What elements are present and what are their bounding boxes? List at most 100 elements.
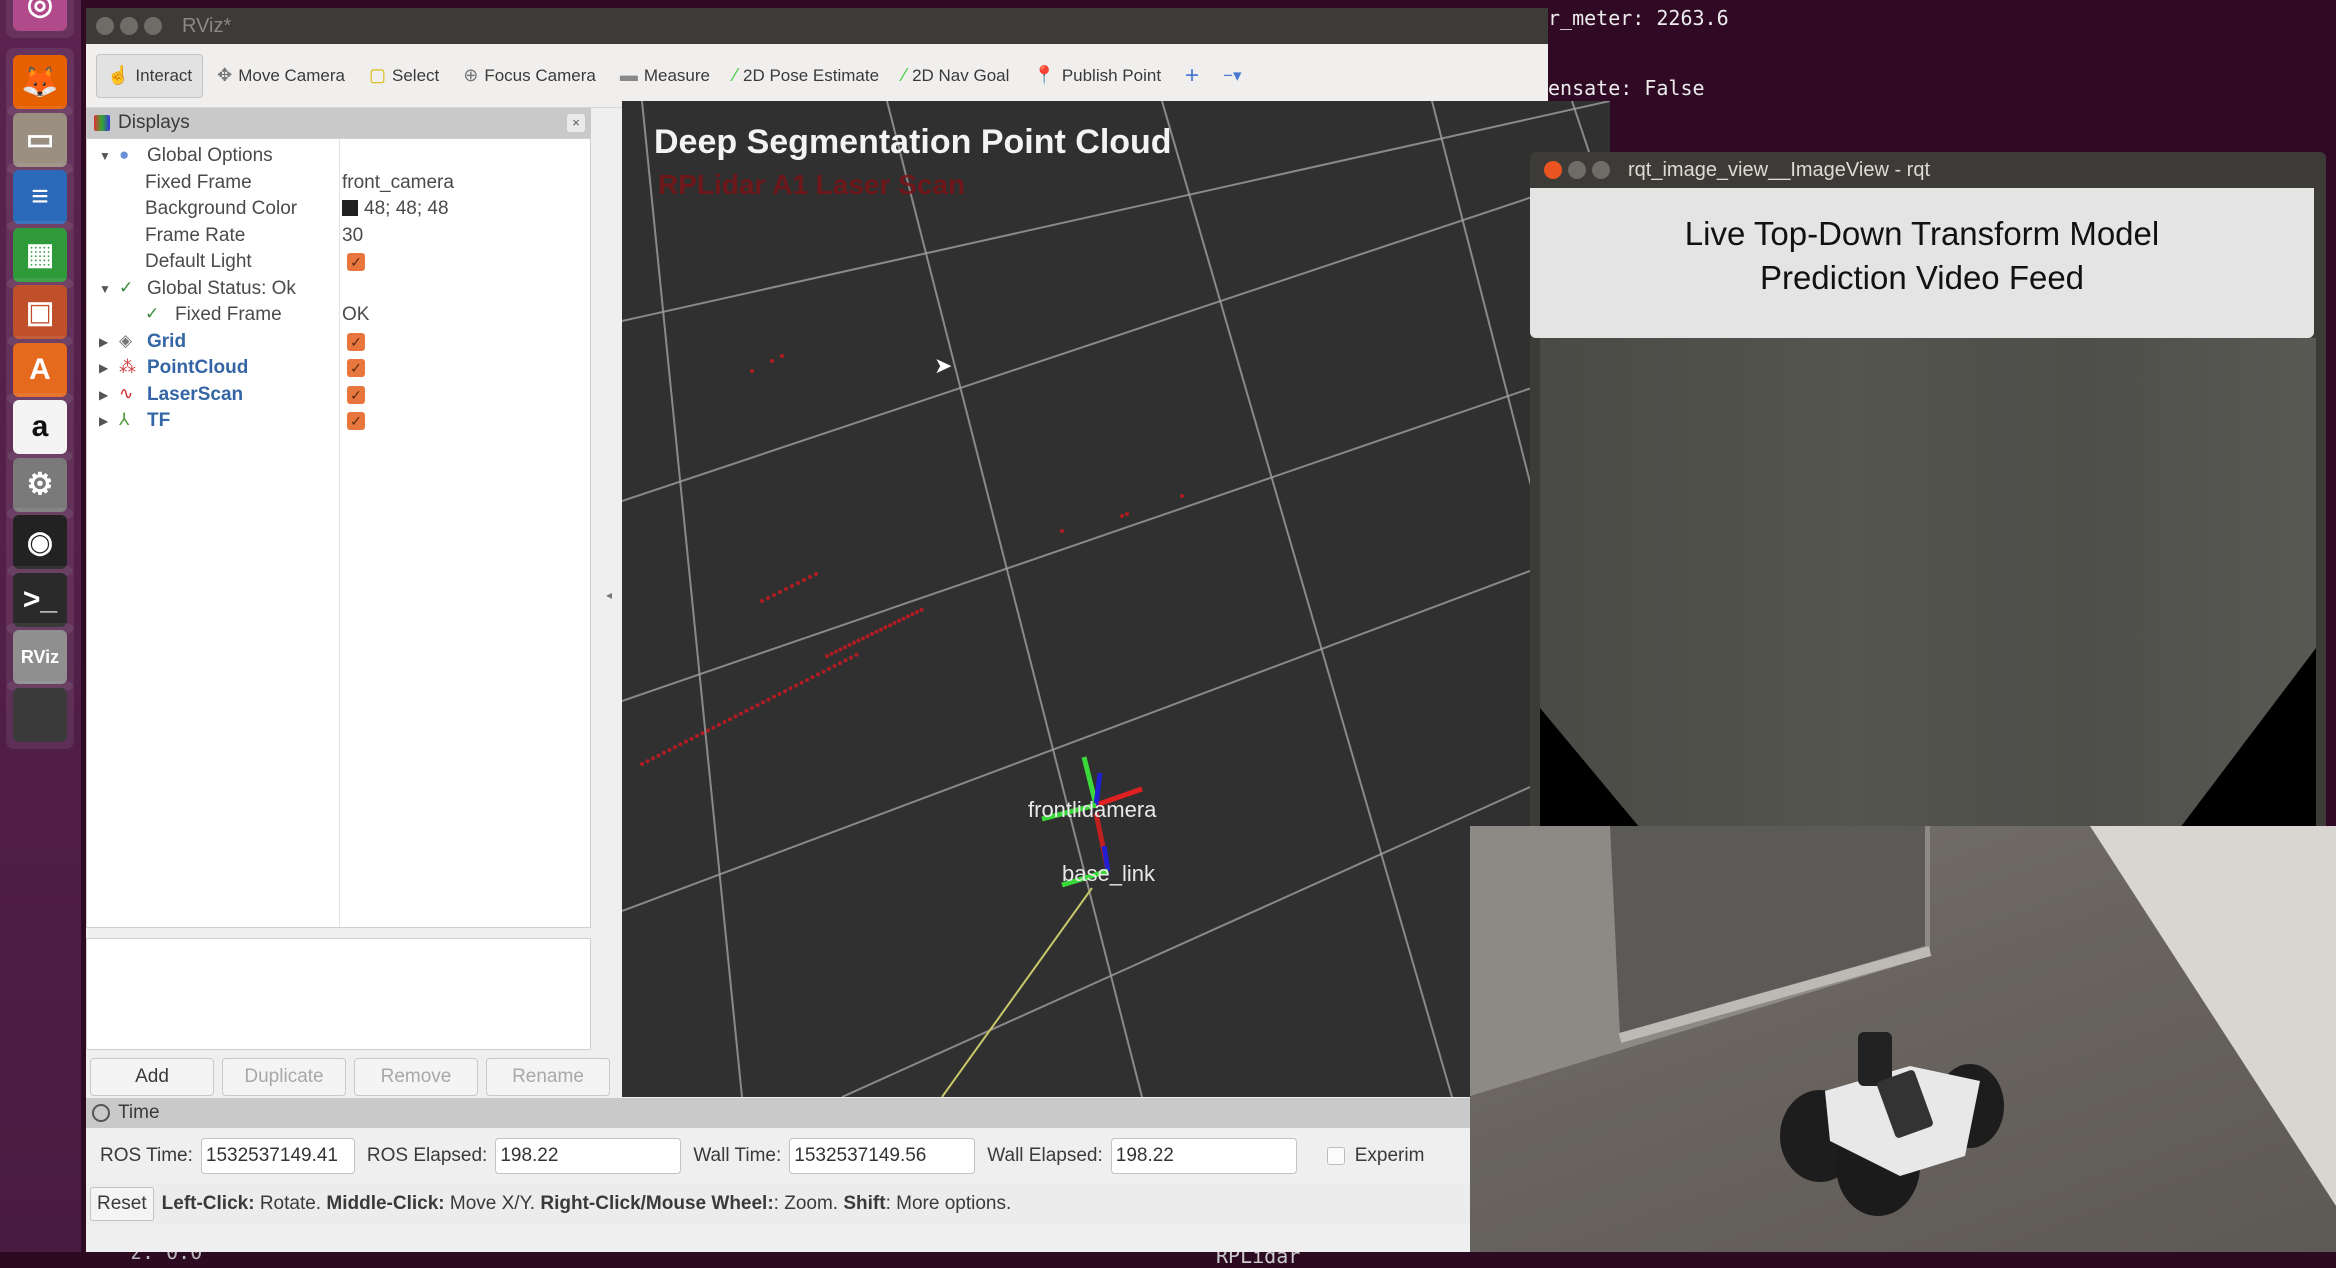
tool-2d-pose-estimate[interactable]: ⁄ 2D Pose Estimate	[724, 54, 889, 98]
launcher-item-window[interactable]	[6, 680, 74, 749]
tool-measure[interactable]: ▬ Measure	[610, 54, 720, 98]
tool-interact[interactable]: ☝ Interact	[96, 53, 204, 98]
laser-scan-point	[673, 745, 677, 750]
close-window-button[interactable]	[96, 17, 114, 35]
tf-icon: ⅄	[119, 410, 130, 429]
displays-title: Displays	[118, 112, 190, 133]
left-splitter-handle[interactable]: ◂	[606, 588, 612, 602]
laser-scan-point	[805, 678, 809, 682]
property-value[interactable]: front_camera	[342, 172, 454, 194]
rename-display-button[interactable]: Rename	[486, 1058, 610, 1096]
minimize-window-button[interactable]	[120, 17, 138, 35]
add-tool-button[interactable]: +	[1175, 54, 1209, 98]
tree-row-fixed-frame[interactable]: ✓ Fixed Frame OK	[87, 302, 590, 328]
laser-scan-point	[788, 686, 793, 691]
tool-select[interactable]: ▢ Select	[359, 54, 449, 98]
terminal-line: ensate: False	[1548, 76, 1705, 100]
hint-key: Shift	[843, 1193, 886, 1214]
rviz-titlebar[interactable]: RViz*	[86, 8, 1548, 44]
firefox-icon: 🦊	[13, 55, 67, 109]
interact-icon: ☝	[107, 65, 130, 85]
maximize-window-button[interactable]	[144, 17, 162, 35]
laser-scan-point	[722, 720, 727, 724]
tree-row-global-status-ok[interactable]: ▼ ✓ Global Status: Ok	[87, 276, 590, 302]
minimize-window-button[interactable]	[1568, 161, 1586, 179]
laser-scan-point	[821, 669, 826, 674]
publish-point-icon: 📍	[1033, 65, 1056, 85]
laser-scan-point	[910, 612, 915, 617]
laser-scan-point	[772, 593, 776, 597]
tree-row-frame-rate[interactable]: Frame Rate 30	[87, 223, 590, 249]
collapse-arrow-icon[interactable]: ▶	[99, 414, 108, 428]
laser-scan-point	[772, 694, 776, 699]
tool-2d-nav-goal[interactable]: ⁄ 2D Nav Goal	[893, 54, 1019, 98]
laser-scan-point	[778, 590, 782, 594]
viewport-overlay-title: Deep Segmentation Point Cloud	[654, 123, 1172, 161]
property-name: Frame Rate	[145, 224, 246, 246]
close-window-button[interactable]	[1544, 161, 1562, 179]
close-panel-button[interactable]: ×	[567, 114, 585, 132]
enabled-checkbox[interactable]: ✓	[347, 359, 365, 377]
tools-toolbar: ☝ Interact ✥ Move Camera ▢ Select ⊕ Focus Camer…	[86, 44, 1548, 108]
tool-publish-point[interactable]: 📍 Publish Point	[1023, 54, 1171, 98]
reset-button[interactable]: Reset	[90, 1187, 154, 1221]
collapse-arrow-icon[interactable]: ▶	[99, 361, 108, 375]
remove-display-button[interactable]: Remove	[354, 1058, 478, 1096]
property-value[interactable]: OK	[342, 304, 369, 326]
laser-scan-point	[1060, 529, 1064, 533]
rqt-titlebar[interactable]: rqt_image_view__ImageView - rqt	[1530, 152, 2326, 188]
property-name: PointCloud	[147, 357, 249, 378]
property-value[interactable]: 48; 48; 48	[342, 198, 449, 220]
color-swatch[interactable]	[342, 200, 358, 216]
hint-key: Right-Click/Mouse Wheel:	[540, 1193, 774, 1214]
laser-scan-point	[770, 359, 774, 363]
focus-camera-icon: ⊕	[463, 65, 479, 85]
tool-focus-camera[interactable]: ⊕ Focus Camera	[453, 54, 606, 98]
add-display-button[interactable]: Add	[90, 1058, 214, 1096]
tree-row-fixed-frame[interactable]: Fixed Frame front_camera	[87, 170, 590, 196]
ros-time-field[interactable]: 1532537149.41	[200, 1138, 355, 1174]
wall	[2090, 826, 2336, 1206]
tree-row-background-color[interactable]: Background Color 48; 48; 48	[87, 196, 590, 222]
rqt-image-view-window: rqt_image_view__ImageView - rqt Live Top…	[1530, 152, 2326, 828]
wall-elapsed-label: Wall Elapsed:	[987, 1145, 1103, 1166]
laser-scan-point	[695, 734, 699, 738]
property-value[interactable]: 30	[342, 225, 363, 247]
enabled-checkbox[interactable]: ✓	[347, 412, 365, 430]
laser-scan-point	[645, 759, 650, 764]
tree-row-tf[interactable]: ▶ ⅄ TF ✓	[87, 408, 590, 434]
property-name: TF	[147, 410, 171, 431]
collapse-arrow-icon[interactable]: ▶	[99, 388, 108, 402]
expand-arrow-icon[interactable]: ▼	[99, 282, 111, 296]
system-settings-icon: ⚙	[13, 457, 67, 512]
property-name: LaserScan	[147, 383, 244, 405]
tree-row-global-options[interactable]: ▼ ● Global Options	[87, 143, 590, 169]
enabled-checkbox[interactable]: ✓	[347, 253, 365, 271]
duplicate-display-button[interactable]: Duplicate	[222, 1058, 346, 1096]
laser-scan-point	[728, 717, 732, 722]
wall-elapsed-field[interactable]: 198.22	[1110, 1138, 1297, 1174]
tool-move-camera[interactable]: ✥ Move Camera	[207, 54, 355, 98]
tree-row-laserscan[interactable]: ▶ ∿ LaserScan ✓	[87, 382, 590, 408]
laser-scan-point	[827, 666, 831, 671]
tree-row-pointcloud[interactable]: ▶ ⁂ PointCloud ✓	[87, 355, 590, 381]
expand-arrow-icon[interactable]: ▼	[99, 149, 111, 163]
displays-panel: Displays × ▼ ● Global Options Fixed Frame fr…	[86, 108, 610, 1096]
remove-tool-button[interactable]: −▾	[1213, 54, 1251, 98]
enabled-checkbox[interactable]: ✓	[347, 385, 365, 404]
launcher-item-ubuntu-dash[interactable]: ◎	[6, 0, 74, 38]
laser-scan-point	[744, 708, 749, 713]
wall-time-field[interactable]: 1532537149.56	[789, 1138, 976, 1174]
laser-scan-point	[784, 587, 788, 591]
maximize-window-button[interactable]	[1592, 161, 1610, 179]
tree-row-grid[interactable]: ▶ ◈ Grid ✓	[87, 329, 590, 355]
laser-scan-point	[651, 756, 655, 761]
ros-elapsed-field[interactable]: 198.22	[495, 1138, 682, 1174]
collapse-arrow-icon[interactable]: ▶	[99, 335, 108, 349]
experimental-checkbox[interactable]	[1326, 1147, 1345, 1165]
3d-viewport[interactable]: Deep Segmentation Point Cloud RPLidar A1…	[622, 101, 1610, 1097]
software-center-icon: A	[13, 342, 67, 397]
enabled-checkbox[interactable]: ✓	[347, 332, 365, 351]
tree-row-default-light[interactable]: Default Light ✓	[87, 249, 590, 275]
laser-scan-point	[684, 739, 688, 744]
